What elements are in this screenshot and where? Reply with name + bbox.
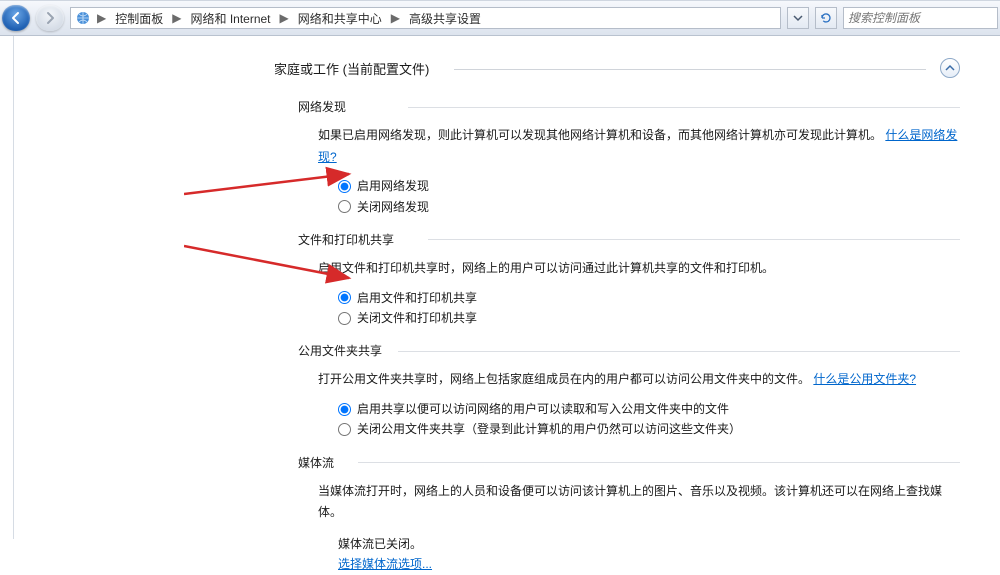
breadcrumb-item[interactable]: 网络和 Internet: [187, 9, 273, 28]
section-title: 媒体流: [298, 454, 960, 471]
profile-title: 家庭或工作 (当前配置文件): [274, 59, 429, 78]
section-title-text: 网络发现: [298, 100, 346, 114]
radio-publicfolder-off[interactable]: 关闭公用文件夹共享（登录到此计算机的用户仍然可以访问这些文件夹）: [338, 419, 960, 439]
chevron-down-icon: [793, 13, 803, 23]
search-input[interactable]: [848, 11, 1000, 25]
section-media-streaming: 媒体流 当媒体流打开时，网络上的人员和设备便可以访问该计算机上的图片、音乐以及视…: [298, 454, 960, 575]
radio-discovery-off[interactable]: 关闭网络发现: [338, 197, 960, 217]
breadcrumb-separator: ▶: [389, 11, 402, 25]
radio-input[interactable]: [338, 180, 351, 193]
arrow-left-icon: [9, 11, 23, 25]
desc-text: 启用文件和打印机共享时，网络上的用户可以访问通过此计算机共享的文件和打印机。: [318, 261, 774, 275]
section-network-discovery: 网络发现 如果已启用网络发现，则此计算机可以发现其他网络计算机和设备，而其他网络…: [298, 98, 960, 217]
radio-fileprinter-on[interactable]: 启用文件和打印机共享: [338, 288, 960, 308]
desc-text: 打开公用文件夹共享时，网络上包括家庭组成员在内的用户都可以访问公用文件夹中的文件…: [318, 372, 810, 386]
divider: [398, 351, 960, 352]
radio-label: 启用共享以便可以访问网络的用户可以读取和写入公用文件夹中的文件: [357, 399, 729, 419]
chevron-up-icon: [945, 63, 955, 73]
desc-text: 如果已启用网络发现，则此计算机可以发现其他网络计算机和设备，而其他网络计算机亦可…: [318, 128, 882, 142]
refresh-button[interactable]: [815, 7, 837, 29]
refresh-icon: [820, 12, 832, 24]
breadcrumb-separator: ▶: [170, 11, 183, 25]
breadcrumb-item[interactable]: 网络和共享中心: [295, 9, 385, 28]
radio-discovery-on[interactable]: 启用网络发现: [338, 176, 960, 196]
desc-text: 当媒体流打开时，网络上的人员和设备便可以访问该计算机上的图片、音乐以及视频。该计…: [318, 484, 942, 520]
section-title: 文件和打印机共享: [298, 231, 960, 248]
breadcrumb-separator: ▶: [95, 11, 108, 25]
section-file-printer: 文件和打印机共享 启用文件和打印机共享时，网络上的用户可以访问通过此计算机共享的…: [298, 231, 960, 328]
radio-input[interactable]: [338, 200, 351, 213]
section-description: 当媒体流打开时，网络上的人员和设备便可以访问该计算机上的图片、音乐以及视频。该计…: [318, 481, 960, 524]
section-title-text: 文件和打印机共享: [298, 233, 394, 247]
what-is-public-folder-link[interactable]: 什么是公用文件夹?: [813, 372, 916, 386]
arrow-right-icon: [43, 11, 57, 25]
nav-back-button[interactable]: [2, 5, 30, 31]
breadcrumb[interactable]: ▶ 控制面板 ▶ 网络和 Internet ▶ 网络和共享中心 ▶ 高级共享设置: [70, 7, 781, 29]
address-bar: ▶ 控制面板 ▶ 网络和 Internet ▶ 网络和共享中心 ▶ 高级共享设置: [0, 0, 1000, 36]
divider: [428, 239, 960, 240]
collapse-button[interactable]: [940, 58, 960, 78]
radio-fileprinter-off[interactable]: 关闭文件和打印机共享: [338, 308, 960, 328]
radio-input[interactable]: [338, 423, 351, 436]
network-icon: [75, 10, 91, 26]
radio-input[interactable]: [338, 291, 351, 304]
media-status-text: 媒体流已关闭。: [338, 534, 960, 554]
breadcrumb-item[interactable]: 高级共享设置: [406, 9, 484, 28]
radio-input[interactable]: [338, 312, 351, 325]
radio-input[interactable]: [338, 403, 351, 416]
divider: [358, 462, 960, 463]
breadcrumb-history-button[interactable]: [787, 7, 809, 29]
radio-label: 关闭公用文件夹共享（登录到此计算机的用户仍然可以访问这些文件夹）: [357, 419, 741, 439]
section-description: 启用文件和打印机共享时，网络上的用户可以访问通过此计算机共享的文件和打印机。: [318, 258, 960, 280]
section-title: 公用文件夹共享: [298, 342, 960, 359]
profile-header: 家庭或工作 (当前配置文件): [274, 54, 960, 84]
divider: [408, 107, 960, 108]
section-title: 网络发现: [298, 98, 960, 115]
media-options-link[interactable]: 选择媒体流选项...: [338, 557, 432, 571]
content-pane: 家庭或工作 (当前配置文件) 网络发现 如果已启用网络发现，则此计算机可以发现其…: [13, 36, 1000, 539]
radio-label: 关闭网络发现: [357, 197, 429, 217]
search-box[interactable]: [843, 7, 998, 29]
section-title-text: 公用文件夹共享: [298, 344, 382, 358]
nav-forward-button[interactable]: [36, 5, 64, 31]
section-public-folder: 公用文件夹共享 打开公用文件夹共享时，网络上包括家庭组成员在内的用户都可以访问公…: [298, 342, 960, 439]
section-description: 如果已启用网络发现，则此计算机可以发现其他网络计算机和设备，而其他网络计算机亦可…: [318, 125, 960, 168]
radio-label: 关闭文件和打印机共享: [357, 308, 477, 328]
divider: [454, 69, 926, 70]
radio-label: 启用文件和打印机共享: [357, 288, 477, 308]
section-description: 打开公用文件夹共享时，网络上包括家庭组成员在内的用户都可以访问公用文件夹中的文件…: [318, 369, 960, 391]
radio-publicfolder-on[interactable]: 启用共享以便可以访问网络的用户可以读取和写入公用文件夹中的文件: [338, 399, 960, 419]
section-title-text: 媒体流: [298, 456, 334, 470]
breadcrumb-separator: ▶: [278, 11, 291, 25]
breadcrumb-item[interactable]: 控制面板: [112, 9, 166, 28]
radio-label: 启用网络发现: [357, 176, 429, 196]
